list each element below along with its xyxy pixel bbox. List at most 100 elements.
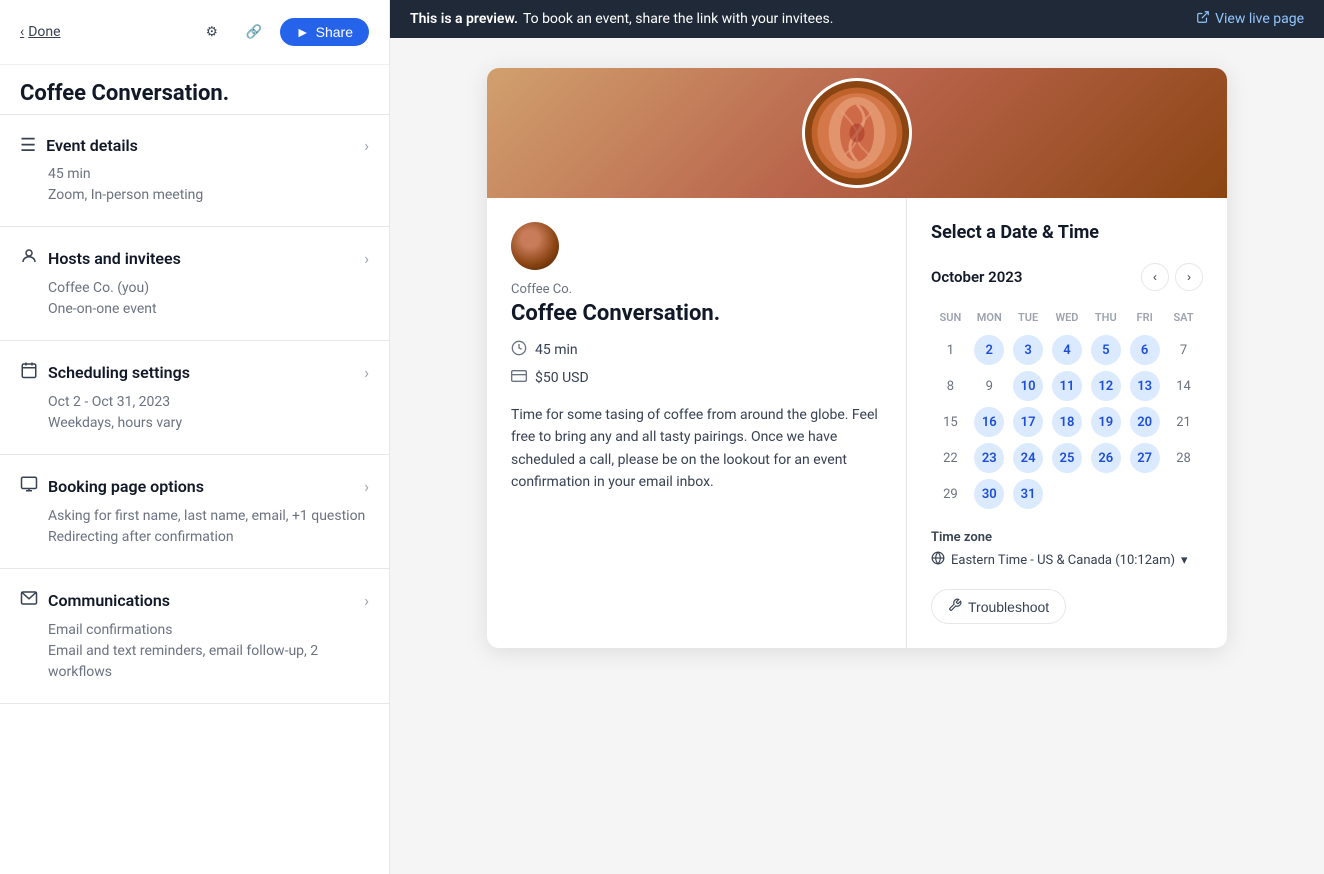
day-6[interactable]: 6 — [1130, 335, 1160, 365]
preview-area: Coffee Co. Coffee Conversation. 45 min — [390, 38, 1324, 874]
next-month-button[interactable]: › — [1175, 263, 1203, 291]
host-avatar — [511, 222, 559, 270]
calendar-cell[interactable]: 27 — [1125, 440, 1164, 476]
settings-button[interactable]: ⚙ — [196, 16, 228, 48]
section-hosts-type: One-on-one event — [48, 299, 369, 320]
header-icons: ⚙ 🔗 ► Share — [196, 16, 369, 48]
section-communications-header: Communications › — [20, 589, 369, 612]
calendar-header: October 2023 ‹ › — [931, 263, 1203, 291]
booking-card: Coffee Co. Coffee Conversation. 45 min — [487, 68, 1227, 648]
calendar-cell[interactable]: 30 — [970, 476, 1009, 512]
day-16[interactable]: 16 — [974, 407, 1004, 437]
calendar-cell[interactable]: 5 — [1086, 332, 1125, 368]
calendar-cell[interactable]: 13 — [1125, 368, 1164, 404]
day-25[interactable]: 25 — [1052, 443, 1082, 473]
section-title-row: Hosts and invitees — [20, 247, 181, 270]
day-20[interactable]: 20 — [1130, 407, 1160, 437]
calendar-cell[interactable]: 19 — [1086, 404, 1125, 440]
day-5[interactable]: 5 — [1091, 335, 1121, 365]
troubleshoot-button[interactable]: Troubleshoot — [931, 589, 1066, 624]
sidebar-header: ‹ Done ⚙ 🔗 ► Share — [0, 0, 389, 65]
section-title-row: ☰ Event details — [20, 135, 138, 156]
day-18[interactable]: 18 — [1052, 407, 1082, 437]
section-communications-title: Communications — [48, 591, 170, 610]
link-button[interactable]: 🔗 — [238, 16, 270, 48]
calendar-cell[interactable]: 20 — [1125, 404, 1164, 440]
day-23[interactable]: 23 — [974, 443, 1004, 473]
section-hosts-title: Hosts and invitees — [48, 249, 181, 268]
day-12[interactable]: 12 — [1091, 371, 1121, 401]
calendar-cell[interactable]: 18 — [1048, 404, 1087, 440]
calendar-cell — [1164, 476, 1203, 512]
share-label: Share — [316, 24, 353, 40]
day-4[interactable]: 4 — [1052, 335, 1082, 365]
section-booking-page-options[interactable]: Booking page options › Asking for first … — [0, 455, 389, 569]
booking-right: Select a Date & Time October 2023 ‹ › SU… — [907, 198, 1227, 648]
day-26[interactable]: 26 — [1091, 443, 1121, 473]
calendar-month: October 2023 — [931, 268, 1022, 286]
day-13[interactable]: 13 — [1130, 371, 1160, 401]
chevron-right-icon: › — [364, 249, 369, 268]
day-24[interactable]: 24 — [1013, 443, 1043, 473]
chevron-left-icon: ‹ — [20, 24, 24, 40]
calendar-cell — [1086, 476, 1125, 512]
calendar-cell[interactable]: 6 — [1125, 332, 1164, 368]
calendar-cell[interactable]: 11 — [1048, 368, 1087, 404]
calendar-cell[interactable]: 25 — [1048, 440, 1087, 476]
mail-icon — [20, 589, 38, 612]
day-11[interactable]: 11 — [1052, 371, 1082, 401]
day-2[interactable]: 2 — [974, 335, 1004, 365]
day-30[interactable]: 30 — [974, 479, 1004, 509]
share-button[interactable]: ► Share — [280, 18, 369, 46]
calendar-cell[interactable]: 2 — [970, 332, 1009, 368]
calendar-cell[interactable]: 26 — [1086, 440, 1125, 476]
day-8: 8 — [935, 371, 965, 401]
price-row: $50 USD — [511, 368, 882, 388]
section-hosts-invitees[interactable]: Hosts and invitees › Coffee Co. (you) On… — [0, 227, 389, 341]
section-scheduling-settings[interactable]: Scheduling settings › Oct 2 - Oct 31, 20… — [0, 341, 389, 455]
day-10[interactable]: 10 — [1013, 371, 1043, 401]
event-description: Time for some tasing of coffee from arou… — [511, 404, 882, 494]
calendar-cell[interactable]: 31 — [1009, 476, 1048, 512]
col-mon: MON — [970, 307, 1009, 332]
section-communications-emails: Email confirmations — [48, 620, 369, 641]
calendar-cell[interactable]: 24 — [1009, 440, 1048, 476]
chevron-right-icon: › — [364, 136, 369, 155]
calendar-cell[interactable]: 16 — [970, 404, 1009, 440]
section-communications[interactable]: Communications › Email confirmations Ema… — [0, 569, 389, 704]
day-17[interactable]: 17 — [1013, 407, 1043, 437]
calendar-cell[interactable]: 12 — [1086, 368, 1125, 404]
latte-art-svg — [805, 81, 909, 185]
event-duration: 45 min — [535, 342, 578, 358]
day-3[interactable]: 3 — [1013, 335, 1043, 365]
day-27[interactable]: 27 — [1130, 443, 1160, 473]
back-label[interactable]: Done — [28, 24, 60, 40]
day-29: 29 — [935, 479, 965, 509]
back-button[interactable]: ‹ Done — [20, 24, 61, 40]
person-icon — [20, 247, 38, 270]
timezone-dropdown-icon[interactable]: ▾ — [1181, 553, 1188, 568]
coffee-image — [802, 78, 912, 188]
calendar-cell[interactable]: 23 — [970, 440, 1009, 476]
calendar-cell: 15 — [931, 404, 970, 440]
calendar-cell — [1048, 476, 1087, 512]
day-31[interactable]: 31 — [1013, 479, 1043, 509]
section-scheduling-header: Scheduling settings › — [20, 361, 369, 384]
preview-banner-suffix: To book an event, share the link with yo… — [523, 11, 834, 27]
day-19[interactable]: 19 — [1091, 407, 1121, 437]
calendar-cell[interactable]: 10 — [1009, 368, 1048, 404]
view-live-link[interactable]: View live page — [1196, 10, 1304, 28]
section-event-details[interactable]: ☰ Event details › 45 min Zoom, In-person… — [0, 115, 389, 227]
section-scheduling-hours: Weekdays, hours vary — [48, 413, 369, 434]
calendar-cell[interactable]: 4 — [1048, 332, 1087, 368]
main-content: This is a preview. To book an event, sha… — [390, 0, 1324, 874]
col-thu: THU — [1086, 307, 1125, 332]
day-14: 14 — [1169, 371, 1199, 401]
timezone-label: Time zone — [931, 530, 1203, 545]
section-booking-title: Booking page options — [48, 477, 204, 496]
calendar-cell[interactable]: 3 — [1009, 332, 1048, 368]
calendar-grid: SUN MON TUE WED THU FRI SAT 123456789101… — [931, 307, 1203, 512]
prev-month-button[interactable]: ‹ — [1141, 263, 1169, 291]
host-name: Coffee Co. — [511, 282, 882, 297]
calendar-cell[interactable]: 17 — [1009, 404, 1048, 440]
